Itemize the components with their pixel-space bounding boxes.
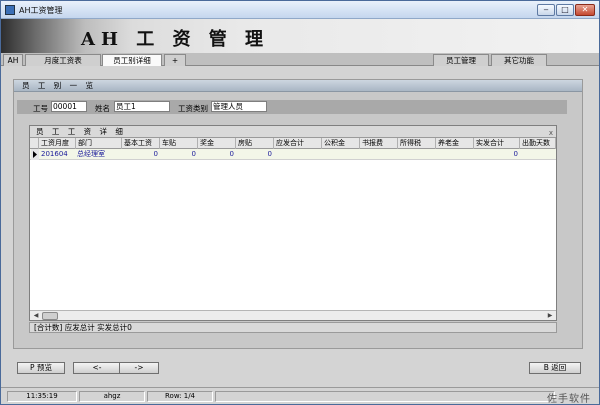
- cell-books[interactable]: [360, 149, 398, 160]
- column-header[interactable]: 基本工资: [122, 138, 160, 149]
- row-indicator-icon: [31, 149, 39, 160]
- grid-title-text: 员 工 工 资 详 细: [36, 127, 126, 136]
- cell-house[interactable]: 0: [236, 149, 274, 160]
- column-header[interactable]: 养老金: [436, 138, 474, 149]
- scroll-thumb[interactable]: [42, 312, 58, 320]
- grid-header-row: 工资月度 部门 基本工资 车贴 奖金 房贴 应发合计 公积金 书报费 所得税 养…: [30, 138, 556, 149]
- tab-add[interactable]: +: [164, 54, 186, 66]
- column-header[interactable]: 工资月度: [39, 138, 76, 149]
- column-header[interactable]: 车贴: [160, 138, 198, 149]
- menu-other-functions[interactable]: 其它功能: [491, 54, 547, 66]
- column-header[interactable]: 书报费: [360, 138, 398, 149]
- row-indicator-header: [30, 138, 39, 149]
- banner: AH 工 资 管 理: [1, 19, 599, 53]
- horizontal-scrollbar[interactable]: ◀ ▶: [30, 310, 556, 320]
- status-blank: [215, 391, 555, 402]
- id-label: 工号: [33, 104, 48, 113]
- column-header[interactable]: 奖金: [198, 138, 236, 149]
- tab-monthly-salary[interactable]: 月度工资表: [25, 54, 101, 66]
- close-button[interactable]: ✕: [575, 4, 595, 16]
- preview-button[interactable]: P 预览: [17, 362, 65, 374]
- cell-base[interactable]: 0: [122, 149, 160, 160]
- status-user: ahgz: [79, 391, 145, 402]
- main-window: AH工资管理 ‒ □ ✕ AH 工 资 管 理 AH 月度工资表 员工别详细 +…: [0, 0, 600, 405]
- name-label: 姓名: [95, 104, 110, 113]
- cell-month[interactable]: 201604: [41, 149, 76, 160]
- panel-title: 员 工 别 一 览: [14, 80, 582, 92]
- name-field[interactable]: 员工1: [114, 101, 170, 112]
- minimize-button[interactable]: ‒: [537, 4, 555, 16]
- scroll-right-icon[interactable]: ▶: [546, 312, 554, 320]
- status-time: 11:35:19: [7, 391, 77, 402]
- cell-dept[interactable]: 总经理室: [77, 149, 122, 160]
- cell-gross[interactable]: [274, 149, 322, 160]
- column-header[interactable]: 部门: [76, 138, 122, 149]
- type-field[interactable]: 管理人员: [211, 101, 267, 112]
- id-field[interactable]: 00001: [51, 101, 87, 112]
- summary-bar: [合计数] 应发总计 实发总计0: [29, 322, 557, 333]
- cell-car[interactable]: 0: [160, 149, 198, 160]
- tab-ah[interactable]: AH: [3, 54, 23, 66]
- prev-button[interactable]: <-: [73, 362, 121, 374]
- cell-days[interactable]: [520, 149, 556, 160]
- banner-title: AH 工 资 管 理: [81, 29, 270, 50]
- cell-tax[interactable]: [398, 149, 436, 160]
- cell-net[interactable]: 0: [474, 149, 520, 160]
- scroll-left-icon[interactable]: ◀: [32, 312, 40, 320]
- column-header[interactable]: 应发合计: [274, 138, 322, 149]
- menu-employee-mgmt[interactable]: 员工管理: [433, 54, 489, 66]
- column-header[interactable]: 所得税: [398, 138, 436, 149]
- table-row[interactable]: 201604 总经理室 0 0 0 0 0: [30, 149, 556, 160]
- column-header[interactable]: 实发合计: [474, 138, 520, 149]
- maximize-button[interactable]: □: [556, 4, 574, 16]
- type-label: 工资类别: [178, 104, 208, 113]
- cell-bonus[interactable]: 0: [198, 149, 236, 160]
- window-title: AH工资管理: [19, 6, 63, 15]
- status-row: Row: 1/4: [147, 391, 213, 402]
- grid-title: 员 工 工 资 详 细 x: [30, 126, 556, 138]
- brand-text: 佐手软件: [547, 394, 591, 405]
- column-header[interactable]: 公积金: [322, 138, 360, 149]
- status-bar: 11:35:19 ahgz Row: 1/4 佐手软件: [1, 387, 599, 405]
- next-button[interactable]: ->: [119, 362, 159, 374]
- column-header[interactable]: 房贴: [236, 138, 274, 149]
- title-bar: AH工资管理 ‒ □ ✕: [1, 1, 599, 19]
- tab-employee-detail[interactable]: 员工别详细: [102, 54, 162, 66]
- app-icon: [5, 5, 15, 15]
- back-button[interactable]: B 返回: [529, 362, 581, 374]
- cell-pension[interactable]: [436, 149, 474, 160]
- cell-fund[interactable]: [322, 149, 360, 160]
- tab-bar: AH 月度工资表 员工别详细 + 员工管理 其它功能: [1, 53, 599, 66]
- salary-detail-grid: 员 工 工 资 详 细 x 工资月度 部门 基本工资 车贴 奖金 房贴 应发合计…: [29, 125, 557, 321]
- column-header[interactable]: 出勤天数: [520, 138, 556, 149]
